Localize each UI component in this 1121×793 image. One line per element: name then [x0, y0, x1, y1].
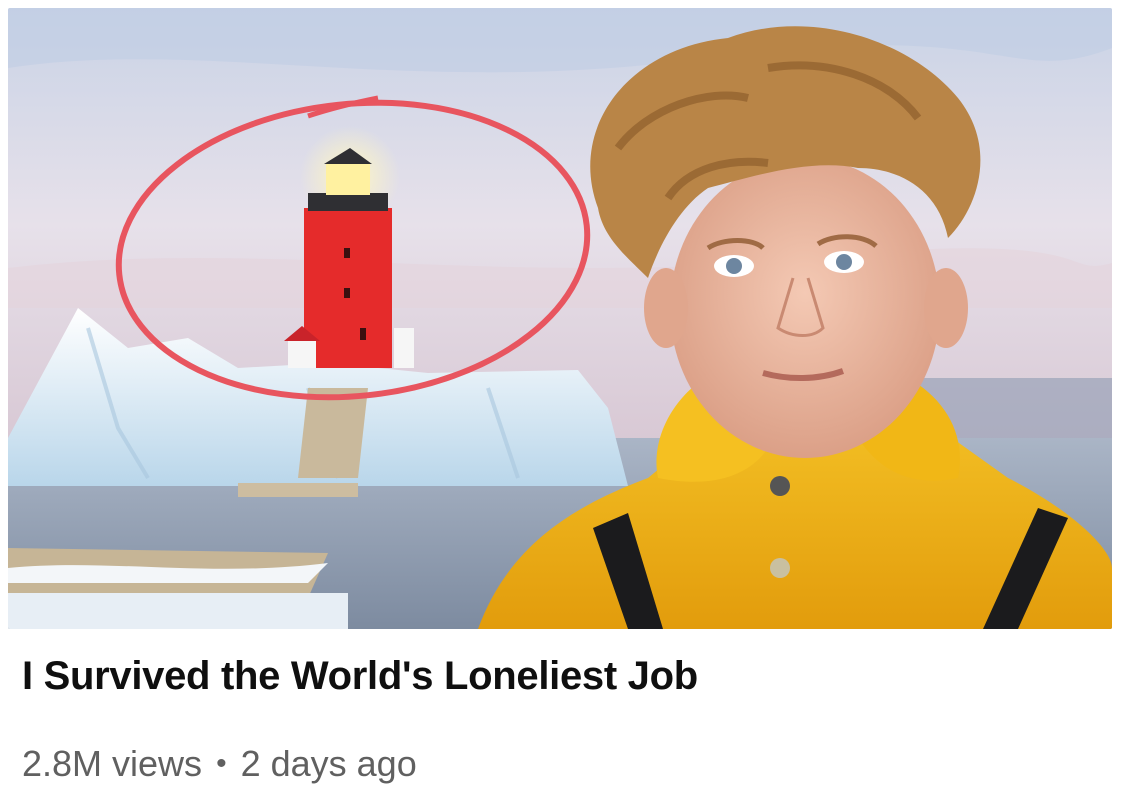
metadata-separator: • — [216, 747, 227, 780]
video-card[interactable]: I Survived the World's Loneliest Job 2.8… — [0, 0, 1121, 793]
video-title[interactable]: I Survived the World's Loneliest Job — [22, 650, 1102, 702]
upload-age: 2 days ago — [240, 743, 417, 784]
video-metadata: 2.8M views • 2 days ago — [22, 740, 417, 788]
video-thumbnail[interactable] — [8, 8, 1112, 629]
view-count: 2.8M views — [22, 743, 203, 784]
thumbnail-image — [8, 8, 1112, 629]
